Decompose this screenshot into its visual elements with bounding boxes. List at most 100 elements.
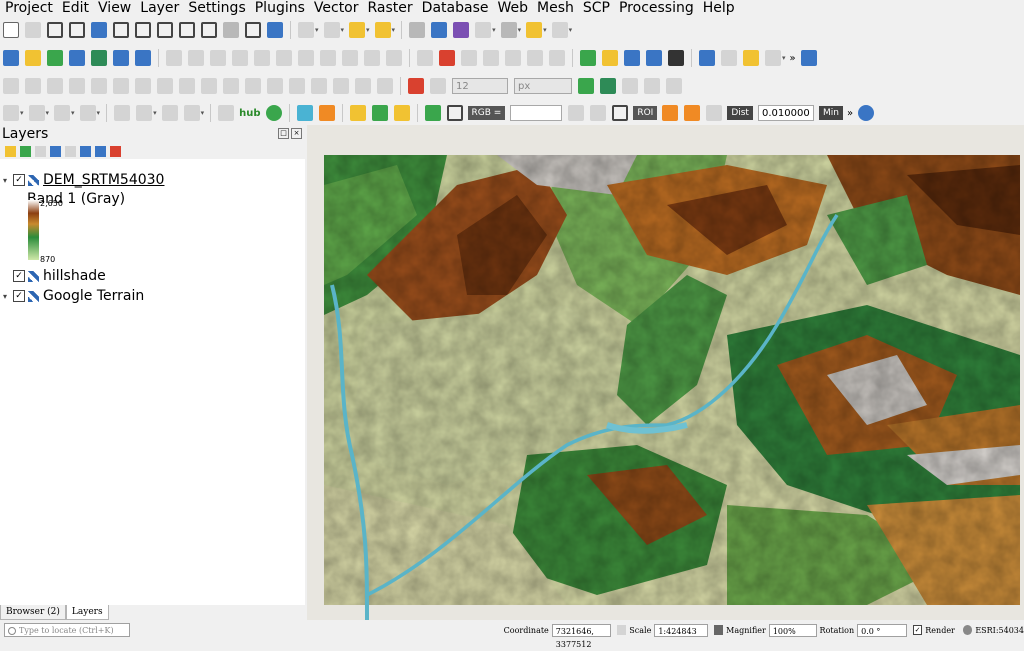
layer-visibility-checkbox[interactable]: ✓ [13,174,25,186]
decorations-icon[interactable] [551,22,568,38]
measure-icon[interactable] [500,22,517,38]
vehicle-icon[interactable] [668,50,684,66]
edit-pencil-icon[interactable] [166,50,182,66]
shield-plugin-icon[interactable] [218,105,235,121]
shape-digitize-icon[interactable] [3,105,19,121]
text-annotation-icon[interactable] [377,78,393,94]
select-location-icon[interactable] [374,22,391,38]
magnet-snapping-icon[interactable] [408,78,424,94]
rgb-select[interactable] [510,105,563,121]
copy-icon[interactable] [320,50,336,66]
roi-create-icon[interactable] [662,105,679,121]
rotate-label-icon[interactable] [527,50,543,66]
tab-layers[interactable]: Layers [65,605,109,620]
menu-edit[interactable]: Edit [57,0,93,17]
font-unit-select[interactable]: px [514,78,572,94]
share-icon[interactable] [265,105,282,121]
attribute-table-icon[interactable] [475,22,492,38]
close-panel-icon[interactable]: × [291,128,302,139]
style-manager-icon[interactable] [5,145,16,157]
move-feature-icon[interactable] [644,78,660,94]
pan-hand-icon[interactable] [3,22,19,38]
chevron-down-icon[interactable]: ▾ [71,109,75,117]
menu-processing[interactable]: Processing [614,0,698,17]
dist-field[interactable]: 0.010000 [757,105,814,121]
digitize-icon[interactable] [232,50,248,66]
deselect-icon[interactable] [349,22,366,38]
new-layer-icon[interactable] [25,50,41,66]
delete-part-icon[interactable] [311,78,327,94]
layout-manager-icon[interactable] [161,105,178,121]
scp-pencil-icon[interactable] [393,105,410,121]
redo-icon[interactable] [386,50,402,66]
add-part-icon[interactable] [245,78,261,94]
scp-zoom-icon[interactable] [446,105,463,121]
menu-settings[interactable]: Settings [183,0,249,17]
coordinate-field[interactable]: 7321646, 3377512 [551,623,611,649]
open-project-icon[interactable] [3,50,19,66]
add-raster-icon[interactable] [69,50,85,66]
simplify-icon[interactable] [201,78,217,94]
delete-ring-icon[interactable] [289,78,305,94]
globe-icon[interactable] [624,50,640,66]
chevron-down-icon[interactable]: ▾ [518,26,522,34]
add-mesh-icon[interactable] [91,50,107,66]
pan-to-selection-icon[interactable] [25,22,41,38]
annotation-tool-icon[interactable] [578,78,594,94]
node-tool-icon[interactable] [666,78,682,94]
python-console-icon[interactable] [699,50,715,66]
help-icon[interactable] [800,50,817,66]
save-edits-icon[interactable] [210,50,226,66]
layer-name[interactable]: DEM_SRTM54030 [43,172,164,188]
map-tips-icon[interactable] [526,22,543,38]
paste-icon[interactable] [342,50,358,66]
merge-attributes-icon[interactable] [157,78,173,94]
add-vector-icon[interactable] [47,50,63,66]
scp-band-set-icon[interactable] [349,105,366,121]
add-wfs-icon[interactable] [135,50,151,66]
merge-features-icon[interactable] [135,78,151,94]
scp-input-icon[interactable] [296,105,313,121]
menu-scp[interactable]: SCP [578,0,614,17]
roi-redo-icon[interactable] [706,105,723,121]
zoom-next-icon[interactable] [201,22,217,38]
extents-toggle-icon[interactable] [616,625,627,635]
chevron-down-icon[interactable]: ▾ [341,26,345,34]
offset-curve-icon[interactable] [69,78,85,94]
menu-help[interactable]: Help [698,0,739,17]
magnifier-field[interactable]: 100% [768,623,817,637]
overflow-chevron-icon[interactable]: » [847,108,853,119]
statistics-sigma-icon[interactable] [453,22,470,38]
expand-arrow-icon[interactable]: ▾ [0,292,10,301]
local-cumulative-icon[interactable] [568,105,585,121]
move-label-icon[interactable] [505,50,521,66]
split-parts-icon[interactable] [113,78,129,94]
zoom-image-icon[interactable] [371,105,388,121]
menu-raster[interactable]: Raster [363,0,417,17]
eye-visibility-icon[interactable] [35,145,46,157]
scp-dock-icon[interactable] [743,50,759,66]
georeferencer-icon[interactable] [580,50,596,66]
scale-field[interactable]: 1:424843 [654,623,708,637]
chevron-down-icon[interactable]: ▾ [20,109,24,117]
new-map-view-icon[interactable] [223,22,239,38]
add-wms-icon[interactable] [113,50,129,66]
chevron-down-icon[interactable]: ▾ [315,26,319,34]
crs-label[interactable]: ESRI:54034 [975,626,1024,635]
pin-labels-icon[interactable] [461,50,477,66]
chevron-down-icon[interactable]: ▾ [392,26,396,34]
scp-show-image-icon[interactable] [424,105,441,121]
delete-selected-icon[interactable] [276,50,292,66]
layer-name[interactable]: Google Terrain [43,288,144,304]
label-highlight-icon[interactable] [439,50,455,66]
layer-name[interactable]: hillshade [43,268,106,284]
chevron-down-icon[interactable]: ▾ [201,109,205,117]
select-value-icon[interactable] [323,22,340,38]
render-checkbox[interactable]: ✓ [912,625,923,635]
remove-layer-icon[interactable] [110,145,121,157]
layer-visibility-checkbox[interactable]: ✓ [13,270,25,282]
layer-visibility-checkbox[interactable]: ✓ [13,290,25,302]
triangle-tool-icon[interactable] [602,50,618,66]
metasearch-icon[interactable] [646,50,662,66]
chevron-down-icon[interactable]: ▾ [153,109,157,117]
